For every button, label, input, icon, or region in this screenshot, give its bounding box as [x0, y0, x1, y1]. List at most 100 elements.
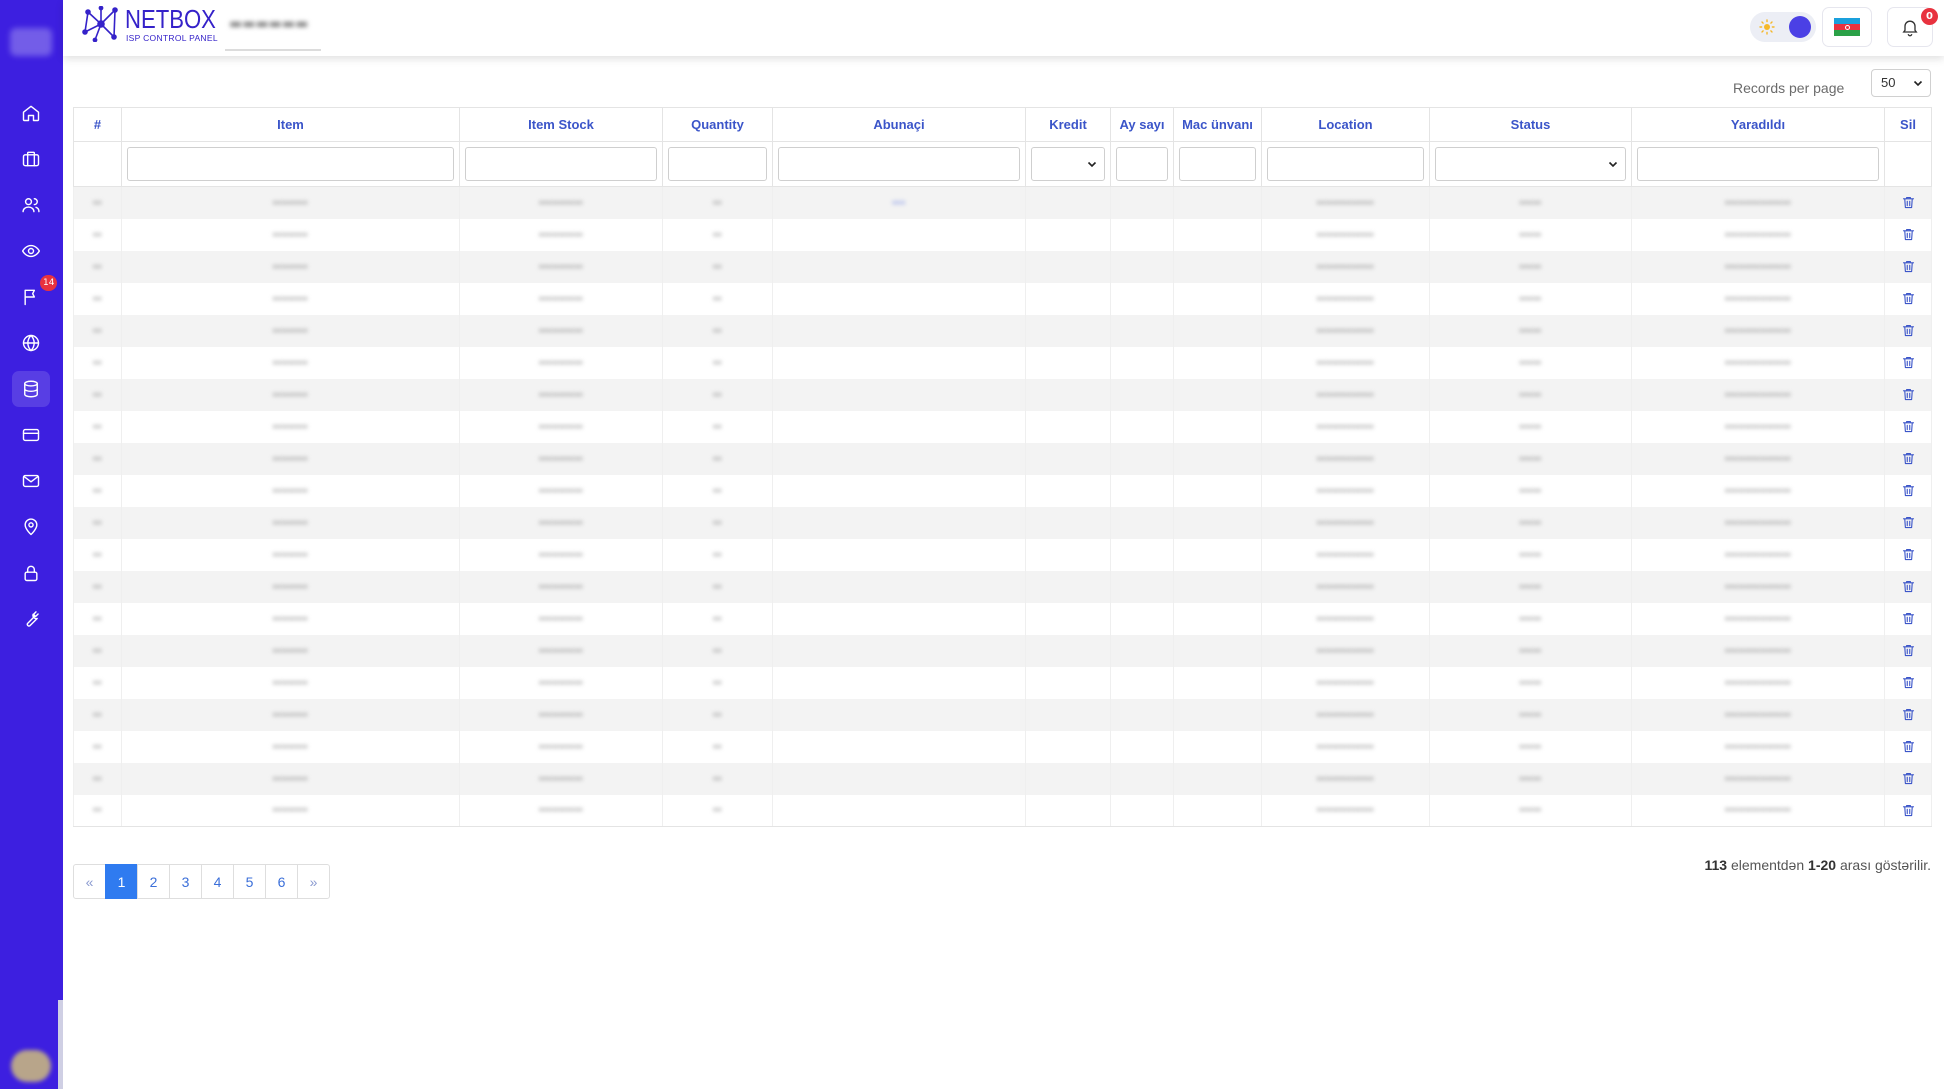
col-header-location[interactable]: Location [1261, 107, 1430, 142]
sidebar-item-security[interactable] [12, 555, 50, 591]
delete-cell [1884, 538, 1932, 571]
redacted-value: ▪▪▪▪▪ [1519, 708, 1542, 721]
table-cell: ▪▪▪▪▪▪▪▪▪▪▪▪▪ [1261, 730, 1430, 763]
sidebar-item-locations[interactable] [12, 509, 50, 545]
redacted-value: ▪▪▪▪▪▪▪▪▪▪ [539, 580, 583, 593]
redacted-value: ▪▪▪▪▪▪▪▪▪▪▪▪▪▪▪ [1725, 196, 1791, 209]
pagination-page-4[interactable]: 4 [201, 864, 234, 899]
delete-cell [1884, 218, 1932, 251]
trash-icon[interactable] [1901, 803, 1916, 818]
pagination-page-5[interactable]: 5 [233, 864, 266, 899]
filter-item-stock-input[interactable] [465, 147, 657, 181]
table-cell: ▪▪▪▪▪▪▪▪▪▪▪▪▪▪▪ [1631, 378, 1885, 411]
sidebar-item-database[interactable] [12, 371, 50, 407]
sidebar-logo [10, 28, 52, 56]
delete-cell [1884, 282, 1932, 315]
sidebar-item-payments[interactable] [12, 417, 50, 453]
col-header-mac-address[interactable]: Mac ünvanı [1173, 107, 1262, 142]
redacted-value: ▪▪▪▪▪▪▪▪▪▪▪▪▪▪▪ [1725, 708, 1791, 721]
trash-icon[interactable] [1901, 387, 1916, 402]
table-cell: ▪▪▪▪▪▪▪▪▪▪▪▪▪ [1261, 346, 1430, 379]
redacted-value: ▪▪ [713, 420, 722, 433]
table-cell [1173, 570, 1262, 603]
trash-icon[interactable] [1901, 259, 1916, 274]
col-header-item[interactable]: Item [121, 107, 460, 142]
col-header-quantity[interactable]: Quantity [662, 107, 773, 142]
table-cell: ▪▪▪▪▪▪▪▪▪▪ [459, 666, 663, 699]
col-header-months[interactable]: Ay sayı [1110, 107, 1174, 142]
filter-quantity-input[interactable] [668, 147, 767, 181]
pagination-prev[interactable]: « [73, 864, 106, 899]
col-header-status[interactable]: Status [1429, 107, 1632, 142]
trash-icon[interactable] [1901, 355, 1916, 370]
records-per-page-select[interactable]: 50 [1871, 69, 1931, 97]
trash-icon[interactable] [1901, 483, 1916, 498]
col-header-subscriber[interactable]: Abunaçi [772, 107, 1026, 142]
table-row: ▪▪▪▪▪▪▪▪▪▪▪▪▪▪▪▪▪▪▪▪▪▪▪▪▪▪▪▪▪▪▪▪▪▪▪▪▪▪▪▪… [73, 634, 1932, 667]
trash-icon[interactable] [1901, 195, 1916, 210]
col-header-index[interactable]: # [73, 107, 122, 142]
redacted-value[interactable]: ▪▪▪ [892, 197, 905, 209]
sidebar-item-tools[interactable] [12, 601, 50, 637]
trash-icon[interactable] [1901, 419, 1916, 434]
col-header-credit[interactable]: Kredit [1025, 107, 1111, 142]
redacted-value: ▪▪▪▪▪▪▪▪ [272, 228, 309, 241]
sidebar-item-users[interactable] [12, 187, 50, 223]
delete-cell [1884, 794, 1932, 827]
table-cell: ▪▪ [662, 186, 773, 219]
table-cell: ▪▪ [662, 410, 773, 443]
sidebar-item-inventory[interactable] [12, 141, 50, 177]
trash-icon[interactable] [1901, 643, 1916, 658]
trash-icon[interactable] [1901, 611, 1916, 626]
redacted-value: ▪▪▪▪▪▪▪▪▪▪ [539, 708, 583, 721]
table-cell [1025, 474, 1111, 507]
trash-icon[interactable] [1901, 771, 1916, 786]
pagination-next[interactable]: » [297, 864, 330, 899]
filter-item-input[interactable] [127, 147, 454, 181]
trash-icon[interactable] [1901, 547, 1916, 562]
table-cell: ▪▪▪▪▪▪▪▪▪▪▪▪▪▪▪ [1631, 730, 1885, 763]
pagination-page-1[interactable]: 1 [105, 864, 138, 899]
redacted-value: ▪▪▪▪▪▪▪▪ [272, 612, 309, 625]
language-selector[interactable] [1822, 7, 1872, 47]
table-cell [772, 218, 1026, 251]
redacted-value: ▪▪ [713, 292, 722, 305]
filter-mac-input[interactable] [1179, 147, 1256, 181]
filter-status-select[interactable] [1435, 147, 1626, 181]
filter-location-input[interactable] [1267, 147, 1424, 181]
trash-icon[interactable] [1901, 515, 1916, 530]
filter-created-input[interactable] [1637, 147, 1879, 181]
sidebar-item-network[interactable] [12, 325, 50, 361]
trash-icon[interactable] [1901, 227, 1916, 242]
redacted-value: ▪▪▪▪▪▪▪▪▪▪▪▪▪ [1316, 196, 1375, 209]
trash-icon[interactable] [1901, 323, 1916, 338]
table-cell: ▪▪▪▪▪▪▪▪▪▪ [459, 442, 663, 475]
filter-subscriber-input[interactable] [778, 147, 1020, 181]
table-cell: ▪▪ [73, 378, 122, 411]
user-avatar[interactable] [11, 1050, 51, 1082]
redacted-value: ▪▪▪▪▪▪▪▪ [272, 292, 309, 305]
trash-icon[interactable] [1901, 707, 1916, 722]
filter-credit-select[interactable] [1031, 147, 1105, 181]
table-cell: ▪▪▪▪▪ [1429, 186, 1632, 219]
filter-months-input[interactable] [1116, 147, 1168, 181]
sidebar-item-messages[interactable] [12, 463, 50, 499]
pagination-page-6[interactable]: 6 [265, 864, 298, 899]
col-header-item-stock[interactable]: Item Stock [459, 107, 663, 142]
lock-icon [24, 565, 38, 582]
trash-icon[interactable] [1901, 675, 1916, 690]
table-cell [1025, 570, 1111, 603]
sidebar-item-monitoring[interactable] [12, 233, 50, 269]
table-cell: ▪▪ [662, 762, 773, 795]
trash-icon[interactable] [1901, 579, 1916, 594]
brand-logo[interactable]: NETBOX ISP CONTROL PANEL [81, 6, 232, 43]
sidebar-item-home[interactable] [12, 95, 50, 131]
pagination-page-2[interactable]: 2 [137, 864, 170, 899]
table-cell: ▪▪ [73, 666, 122, 699]
trash-icon[interactable] [1901, 739, 1916, 754]
pagination-page-3[interactable]: 3 [169, 864, 202, 899]
trash-icon[interactable] [1901, 291, 1916, 306]
col-header-created[interactable]: Yaradıldı [1631, 107, 1885, 142]
trash-icon[interactable] [1901, 451, 1916, 466]
theme-toggle[interactable] [1750, 12, 1816, 42]
